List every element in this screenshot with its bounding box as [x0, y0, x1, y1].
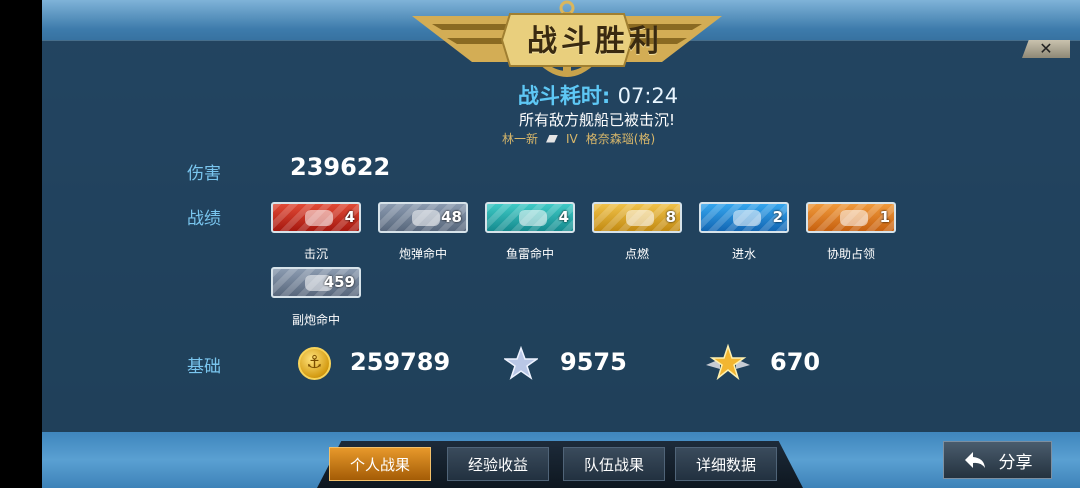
commander-xp-icon [706, 343, 750, 381]
medal-flood[interactable]: 2 [699, 202, 789, 233]
tab-experience[interactable]: 经验收益 [447, 447, 549, 481]
medal-capture-assist[interactable]: 1 [806, 202, 896, 233]
close-icon: ✕ [1039, 39, 1053, 58]
damage-value: 239622 [290, 153, 391, 181]
commander-xp-value: 670 [770, 348, 821, 376]
tab-label: 详细数据 [695, 455, 756, 474]
battle-duration: 战斗耗时: 07:24 [478, 80, 718, 110]
tab-label: 经验收益 [467, 455, 528, 474]
player-name: 林一新 [502, 132, 539, 146]
flood-icon [733, 210, 761, 226]
ship-name: 格奈森瑙(格) [585, 132, 656, 146]
share-arrow-icon [964, 452, 985, 468]
medal-label: 炮弹命中 [398, 247, 447, 261]
capture-icon [840, 210, 868, 226]
share-label: 分享 [998, 452, 1033, 473]
medal-count: 459 [323, 273, 355, 291]
medal-sink[interactable]: 4 [271, 202, 361, 233]
tab-team-results[interactable]: 队伍战果 [563, 447, 665, 481]
medal-torpedo-hit[interactable]: 4 [485, 202, 575, 233]
game-screen: 战斗胜利 ✕ 战斗耗时: 07:24 所有敌方舰船已被击沉! 林一新 IV 格奈… [0, 0, 1080, 488]
medal-count: 48 [441, 208, 462, 226]
medal-fire[interactable]: 8 [592, 202, 682, 233]
credits-coin-icon: ⚓ [298, 347, 331, 380]
damage-label: 伤害 [187, 164, 221, 184]
player-ship-info: 林一新 IV 格奈森瑙(格) [502, 130, 732, 147]
share-button[interactable]: 分享 [943, 441, 1052, 479]
sink-icon [305, 210, 333, 226]
medal-label: 鱼雷命中 [505, 247, 554, 261]
xp-value: 9575 [560, 348, 627, 376]
ship-tier: IV [566, 131, 578, 146]
victory-banner: 战斗胜利 [402, 0, 732, 85]
medal-shell-hit[interactable]: 48 [378, 202, 468, 233]
tab-personal-results[interactable]: 个人战果 [329, 447, 431, 481]
medal-count: 1 [879, 208, 890, 226]
medal-count: 4 [558, 208, 569, 226]
xp-star-icon [504, 346, 538, 380]
fire-icon [626, 210, 654, 226]
tab-label: 队伍战果 [583, 455, 644, 474]
medal-count: 8 [665, 208, 676, 226]
close-button[interactable]: ✕ [1022, 40, 1070, 58]
medal-label: 点燃 [624, 247, 649, 261]
achievements-label: 战绩 [187, 209, 221, 229]
tab-label: 个人战果 [349, 455, 410, 474]
shell-hit-icon [412, 210, 440, 226]
result-message: 所有敌方舰船已被击沉! [518, 111, 675, 129]
medal-label: 击沉 [303, 247, 328, 261]
battle-result-screen: 战斗胜利 ✕ 战斗耗时: 07:24 所有敌方舰船已被击沉! 林一新 IV 格奈… [42, 0, 1080, 488]
medal-count: 4 [344, 208, 355, 226]
medal-label: 副炮命中 [291, 313, 340, 327]
battle-time-label: 战斗耗时: [517, 84, 611, 108]
medal-label: 进水 [731, 247, 756, 261]
battle-time-value: 07:24 [617, 84, 679, 108]
base-label: 基础 [187, 357, 221, 377]
medal-label: 协助占领 [826, 247, 875, 261]
victory-title: 战斗胜利 [527, 24, 663, 59]
medal-count: 2 [772, 208, 783, 226]
credits-value: 259789 [350, 348, 451, 376]
tab-detailed-data[interactable]: 详细数据 [675, 447, 777, 481]
nation-flag-icon [546, 134, 559, 143]
torpedo-icon [519, 210, 547, 226]
medal-secondary-hit[interactable]: 459 [271, 267, 361, 298]
